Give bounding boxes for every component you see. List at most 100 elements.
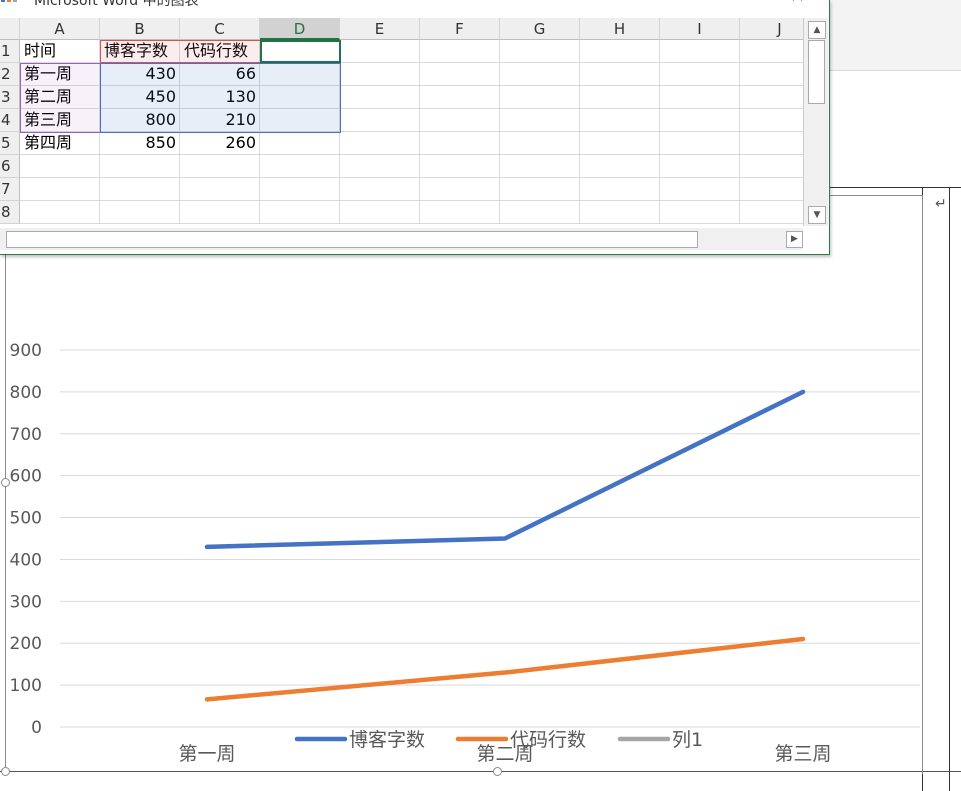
cell-a7[interactable] [20, 178, 100, 201]
cell-j4[interactable] [740, 109, 803, 132]
column-header-i[interactable]: I [660, 18, 740, 40]
select-all-corner[interactable] [0, 18, 20, 40]
scroll-right-icon[interactable]: ▶ [786, 231, 803, 248]
cell-d4[interactable] [260, 109, 340, 132]
cell-d8[interactable] [260, 201, 340, 224]
vertical-scrollbar[interactable]: ▲ ▼ [803, 18, 828, 226]
column-header-f[interactable]: F [420, 18, 500, 40]
cell-e5[interactable] [340, 132, 420, 155]
cell-e8[interactable] [340, 201, 420, 224]
cell-e7[interactable] [340, 178, 420, 201]
cell-c5[interactable]: 260 [180, 132, 260, 155]
cell-b5[interactable]: 850 [100, 132, 180, 155]
window-titlebar[interactable]: Microsoft Word 中的图表 ✕ [0, 0, 829, 16]
cell-g2[interactable] [500, 63, 580, 86]
row-header-1[interactable]: 1 [0, 40, 20, 63]
cell-b1[interactable]: 博客字数 [100, 40, 180, 63]
cell-a5[interactable]: 第四周 [20, 132, 100, 155]
cell-c7[interactable] [180, 178, 260, 201]
cell-g1[interactable] [500, 40, 580, 63]
cell-a1[interactable]: 时间 [20, 40, 100, 63]
column-header-e[interactable]: E [340, 18, 420, 40]
scroll-down-icon[interactable]: ▼ [808, 206, 826, 224]
cell-b6[interactable] [100, 155, 180, 178]
close-icon[interactable]: ✕ [790, 0, 805, 7]
excel-chart-data-window[interactable]: Microsoft Word 中的图表 ✕ ABCDEFGHIJ 1时间博客字数代… [0, 0, 830, 255]
cell-g3[interactable] [500, 86, 580, 109]
series-line-1[interactable] [204, 389, 806, 550]
cell-d3[interactable] [260, 86, 340, 109]
cell-d6[interactable] [260, 155, 340, 178]
cell-j1[interactable] [740, 40, 803, 63]
cell-g5[interactable] [500, 132, 580, 155]
cell-a8[interactable] [20, 201, 100, 224]
cell-a4[interactable]: 第三周 [20, 109, 100, 132]
column-header-c[interactable]: C [180, 18, 260, 40]
row-header-3[interactable]: 3 [0, 86, 20, 109]
cell-g8[interactable] [500, 201, 580, 224]
cell-g7[interactable] [500, 178, 580, 201]
cell-j2[interactable] [740, 63, 803, 86]
cell-j3[interactable] [740, 86, 803, 109]
row-header-6[interactable]: 6 [0, 155, 20, 178]
cell-h5[interactable] [580, 132, 660, 155]
vertical-scroll-thumb[interactable] [808, 40, 825, 104]
cell-h1[interactable] [580, 40, 660, 63]
cell-c3[interactable]: 130 [180, 86, 260, 109]
cell-h8[interactable] [580, 201, 660, 224]
series-line-2[interactable] [204, 636, 806, 702]
cell-f4[interactable] [420, 109, 500, 132]
cell-f6[interactable] [420, 155, 500, 178]
cell-b4[interactable]: 800 [100, 109, 180, 132]
cell-d2[interactable] [260, 63, 340, 86]
cell-f5[interactable] [420, 132, 500, 155]
cell-d5[interactable] [260, 132, 340, 155]
cell-e2[interactable] [340, 63, 420, 86]
cell-i2[interactable] [660, 63, 740, 86]
cell-i4[interactable] [660, 109, 740, 132]
cell-c6[interactable] [180, 155, 260, 178]
row-header-7[interactable]: 7 [0, 178, 20, 201]
cell-d1[interactable] [260, 40, 340, 63]
column-header-h[interactable]: H [580, 18, 660, 40]
cell-j7[interactable] [740, 178, 803, 201]
cell-b7[interactable] [100, 178, 180, 201]
column-header-g[interactable]: G [500, 18, 580, 40]
cell-e4[interactable] [340, 109, 420, 132]
cell-b8[interactable] [100, 201, 180, 224]
cell-f3[interactable] [420, 86, 500, 109]
cell-g6[interactable] [500, 155, 580, 178]
cell-h4[interactable] [580, 109, 660, 132]
cell-e1[interactable] [340, 40, 420, 63]
cell-f2[interactable] [420, 63, 500, 86]
cell-j5[interactable] [740, 132, 803, 155]
cell-c1[interactable]: 代码行数 [180, 40, 260, 63]
horizontal-scroll-thumb[interactable] [6, 231, 698, 248]
cell-i3[interactable] [660, 86, 740, 109]
row-header-8[interactable]: 8 [0, 201, 20, 224]
cell-e3[interactable] [340, 86, 420, 109]
cell-b2[interactable]: 430 [100, 63, 180, 86]
cell-c4[interactable]: 210 [180, 109, 260, 132]
column-header-j[interactable]: J [740, 18, 803, 40]
cell-i7[interactable] [660, 178, 740, 201]
cell-b3[interactable]: 450 [100, 86, 180, 109]
cell-e6[interactable] [340, 155, 420, 178]
column-header-d[interactable]: D [260, 18, 340, 40]
cell-f1[interactable] [420, 40, 500, 63]
cell-g4[interactable] [500, 109, 580, 132]
cell-c2[interactable]: 66 [180, 63, 260, 86]
spreadsheet-grid[interactable]: A B C D E F G H I J 1 时间 博客字数 代码行数 2 第一周 430 66 3 第二周 450 130… [0, 18, 803, 226]
cell-f8[interactable] [420, 201, 500, 224]
cell-h6[interactable] [580, 155, 660, 178]
scroll-up-icon[interactable]: ▲ [808, 21, 826, 39]
cell-i8[interactable] [660, 201, 740, 224]
cell-j8[interactable] [740, 201, 803, 224]
cell-j6[interactable] [740, 155, 803, 178]
cell-a2[interactable]: 第一周 [20, 63, 100, 86]
column-header-b[interactable]: B [100, 18, 180, 40]
cell-i1[interactable] [660, 40, 740, 63]
column-header-a[interactable]: A [20, 18, 100, 40]
cell-a3[interactable]: 第二周 [20, 86, 100, 109]
row-header-5[interactable]: 5 [0, 132, 20, 155]
